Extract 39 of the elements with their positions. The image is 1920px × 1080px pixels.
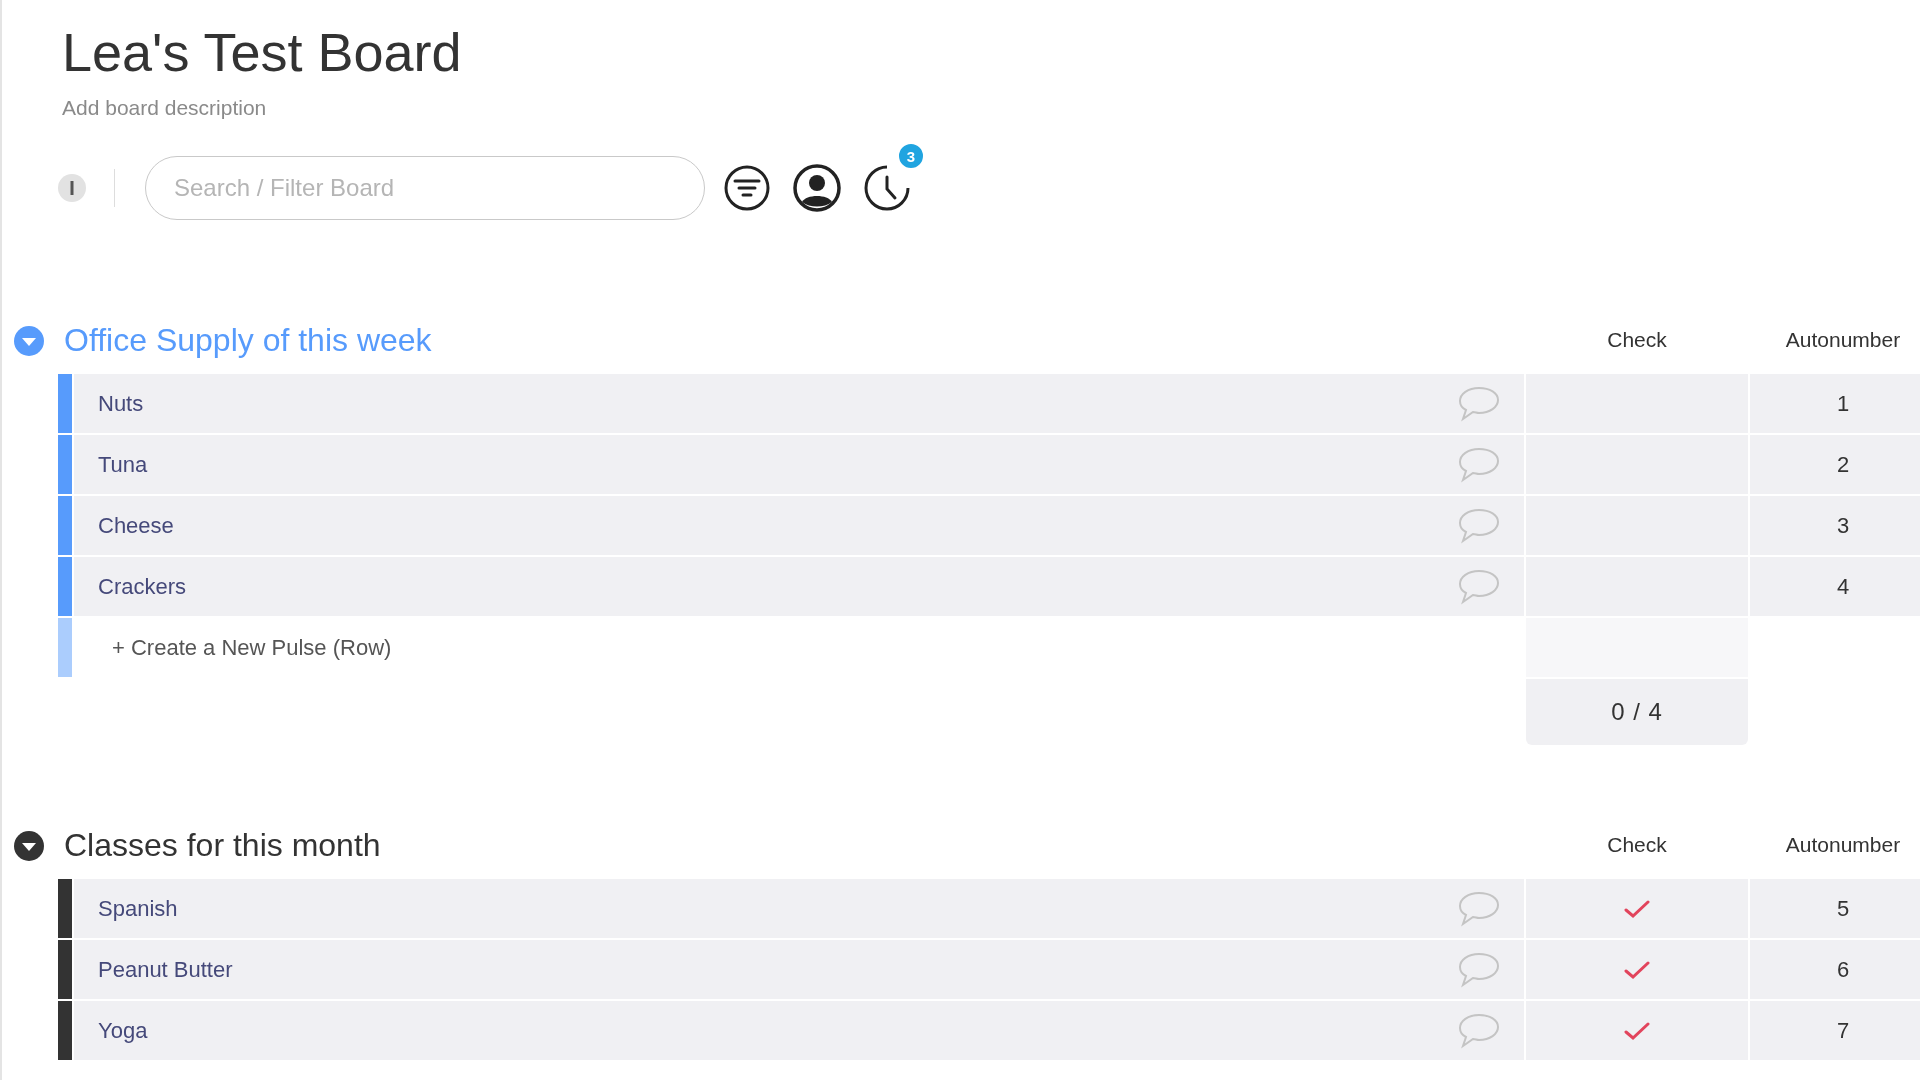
- column-header[interactable]: Autonumber: [1750, 328, 1920, 352]
- check-mark-icon: [1624, 959, 1650, 980]
- group-color-bar: [58, 374, 72, 433]
- check-cell[interactable]: [1526, 879, 1748, 938]
- person-filter-button[interactable]: [791, 162, 843, 214]
- autonumber-cell: 4: [1750, 557, 1920, 616]
- column-header[interactable]: Check: [1526, 328, 1748, 352]
- info-icon[interactable]: [56, 172, 88, 204]
- board-title[interactable]: Lea's Test Board: [62, 22, 1920, 82]
- autonumber-cell: 6: [1750, 940, 1920, 999]
- group-color-bar: [58, 940, 72, 999]
- group-title[interactable]: Classes for this month: [58, 826, 1524, 864]
- search-field[interactable]: Search / Filter Board: [145, 156, 705, 220]
- check-cell[interactable]: [1526, 1001, 1748, 1060]
- check-mark-icon: [1624, 898, 1650, 919]
- item-name[interactable]: Tuna: [98, 451, 148, 478]
- group-color-bar: [58, 1001, 72, 1060]
- item-name[interactable]: Cheese: [98, 512, 174, 539]
- item-name[interactable]: Crackers: [98, 573, 186, 600]
- item-name[interactable]: Nuts: [98, 390, 144, 417]
- column-header[interactable]: Check: [1526, 833, 1748, 857]
- autonumber-cell: 1: [1750, 374, 1920, 433]
- column-header[interactable]: Autonumber: [1750, 833, 1920, 857]
- autonumber-cell: 7: [1750, 1001, 1920, 1060]
- group-color-bar: [58, 618, 72, 677]
- item-name[interactable]: Spanish: [98, 895, 178, 922]
- check-mark-icon: [1624, 1020, 1650, 1041]
- item-name[interactable]: Peanut Butter: [98, 956, 233, 983]
- autonumber-cell: 5: [1750, 879, 1920, 938]
- group-color-bar: [58, 557, 72, 616]
- group-color-bar: [58, 435, 72, 494]
- check-cell[interactable]: [1526, 940, 1748, 999]
- notification-badge: 3: [897, 142, 925, 170]
- item-name[interactable]: Yoga: [98, 1017, 148, 1044]
- group-color-bar: [58, 496, 72, 555]
- autonumber-cell: 3: [1750, 496, 1920, 555]
- check-summary: 0 / 4: [1526, 679, 1748, 745]
- autonumber-cell: 2: [1750, 435, 1920, 494]
- group-color-bar: [58, 879, 72, 938]
